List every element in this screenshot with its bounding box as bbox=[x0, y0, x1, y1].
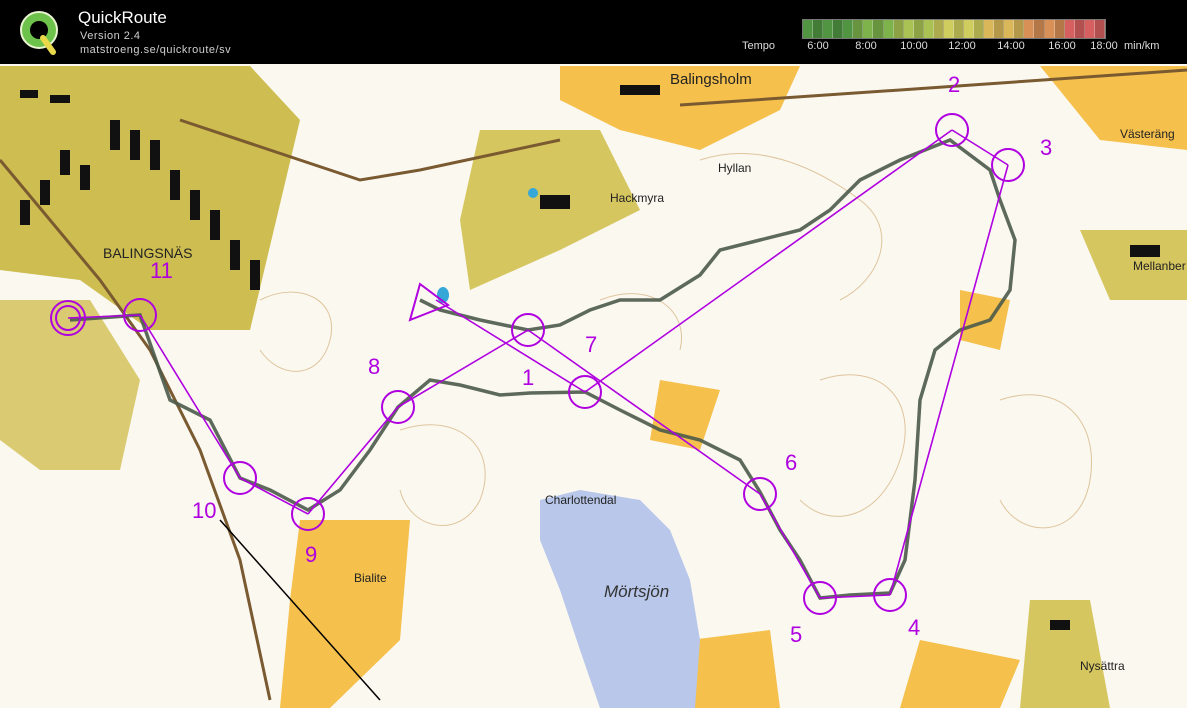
tempo-gradient-cell bbox=[994, 20, 1005, 38]
tempo-tick: 16:00 bbox=[1048, 40, 1076, 52]
control-number: 1 bbox=[522, 365, 534, 390]
tempo-gradient-cell bbox=[1064, 20, 1075, 38]
tempo-gradient-cell bbox=[863, 20, 874, 38]
tempo-tick: 6:00 bbox=[807, 40, 829, 52]
tempo-gradient-cell bbox=[974, 20, 985, 38]
control-number: 7 bbox=[585, 332, 597, 357]
tempo-gradient-cell bbox=[953, 20, 964, 38]
app-header: QuickRoute Version 2.4 matstroeng.se/qui… bbox=[0, 0, 1187, 64]
control-number: 2 bbox=[948, 72, 960, 97]
tempo-gradient-cell bbox=[933, 20, 944, 38]
tempo-ticks: 6:00 8:00 10:00 12:00 14:00 16:00 18:00 bbox=[792, 40, 1122, 54]
tempo-gradient-cell bbox=[1004, 20, 1015, 38]
tempo-label: Tempo bbox=[742, 40, 776, 52]
place-name: Charlottendal bbox=[545, 493, 616, 507]
place-name: Bialite bbox=[354, 571, 387, 585]
app-url: matstroeng.se/quickroute/sv bbox=[80, 44, 232, 56]
app-title: QuickRoute bbox=[78, 8, 167, 27]
tempo-gradient-legend bbox=[802, 19, 1106, 39]
tempo-gradient-cell bbox=[893, 20, 904, 38]
tempo-gradient-cell bbox=[1014, 20, 1025, 38]
tempo-tick: 10:00 bbox=[900, 40, 928, 52]
control-number: 3 bbox=[1040, 135, 1052, 160]
place-name: Mörtsjön bbox=[604, 582, 669, 601]
tempo-gradient-cell bbox=[843, 20, 854, 38]
tempo-gradient-cell bbox=[1024, 20, 1035, 38]
tempo-gradient-cell bbox=[964, 20, 975, 38]
tempo-gradient-cell bbox=[853, 20, 864, 38]
tempo-gradient-cell bbox=[1034, 20, 1045, 38]
place-name: Västeräng bbox=[1120, 127, 1175, 141]
tempo-gradient-cell bbox=[923, 20, 934, 38]
tempo-tick: 12:00 bbox=[948, 40, 976, 52]
control-number: 5 bbox=[790, 622, 802, 647]
control-number: 4 bbox=[908, 615, 920, 640]
control-number: 11 bbox=[150, 258, 173, 283]
place-name: Balingsholm bbox=[670, 71, 752, 88]
tempo-gradient-cell bbox=[943, 20, 954, 38]
tempo-gradient-cell bbox=[873, 20, 884, 38]
tempo-gradient-cell bbox=[1084, 20, 1095, 38]
tempo-gradient-cell bbox=[813, 20, 824, 38]
tempo-gradient-cell bbox=[883, 20, 894, 38]
tempo-gradient-cell bbox=[1054, 20, 1065, 38]
tempo-gradient-cell bbox=[803, 20, 814, 38]
orienteering-map[interactable]: 1 2 3 4 5 6 7 8 9 10 11 Balingsholm Hyll… bbox=[0, 64, 1187, 708]
control-number: 6 bbox=[785, 450, 797, 475]
control-number: 8 bbox=[368, 354, 380, 379]
tempo-tick: 8:00 bbox=[855, 40, 877, 52]
tempo-gradient-cell bbox=[913, 20, 924, 38]
app-version: Version 2.4 bbox=[80, 30, 141, 42]
tempo-unit: min/km bbox=[1124, 40, 1160, 52]
tempo-gradient-cell bbox=[1094, 20, 1105, 38]
quickroute-logo-icon bbox=[20, 11, 58, 55]
place-name: Hyllan bbox=[718, 161, 751, 175]
place-name: Hackmyra bbox=[610, 191, 664, 205]
tempo-gradient-cell bbox=[1074, 20, 1085, 38]
tempo-gradient-cell bbox=[833, 20, 844, 38]
control-number: 9 bbox=[305, 542, 317, 567]
place-name: BALINGSNÄS bbox=[103, 245, 192, 261]
open-land bbox=[690, 630, 780, 708]
place-name: Mellanber bbox=[1133, 259, 1186, 273]
place-name: Nysättra bbox=[1080, 659, 1125, 673]
tempo-tick: 14:00 bbox=[997, 40, 1025, 52]
control-number: 10 bbox=[192, 498, 216, 523]
tempo-gradient-cell bbox=[903, 20, 914, 38]
tempo-gradient-cell bbox=[984, 20, 995, 38]
tempo-gradient-cell bbox=[1044, 20, 1055, 38]
tempo-gradient-cell bbox=[823, 20, 834, 38]
tempo-tick: 18:00 bbox=[1090, 40, 1118, 52]
